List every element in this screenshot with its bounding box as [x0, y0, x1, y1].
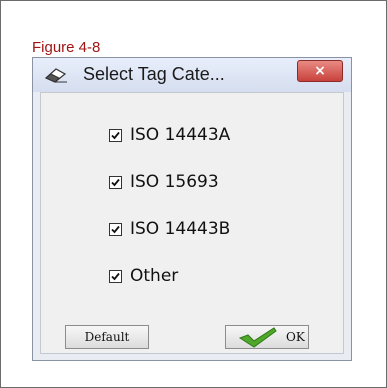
- dialog-title: Select Tag Cate...: [83, 64, 225, 84]
- ok-button[interactable]: OK: [225, 325, 309, 349]
- figure-frame: Figure 4-8 Select Tag Cate... × ISO 1444…: [0, 0, 387, 388]
- option-label: ISO 14443A: [130, 125, 231, 145]
- checkmark-icon: [238, 326, 278, 351]
- dialog-content: ISO 14443A ISO 15693 ISO 14443B Other De…: [40, 92, 344, 354]
- checkbox-iso-14443a[interactable]: [109, 128, 122, 142]
- figure-caption: Figure 4-8: [32, 39, 101, 56]
- checkbox-iso-15693[interactable]: [109, 175, 122, 189]
- checkbox-other[interactable]: [109, 269, 122, 283]
- option-other[interactable]: Other: [109, 264, 178, 288]
- option-label: Other: [130, 266, 179, 286]
- default-button[interactable]: Default: [65, 325, 149, 349]
- option-iso-14443a[interactable]: ISO 14443A: [109, 123, 230, 147]
- option-iso-14443b[interactable]: ISO 14443B: [109, 217, 230, 241]
- title-bar[interactable]: Select Tag Cate... ×: [33, 58, 351, 92]
- option-iso-15693[interactable]: ISO 15693: [109, 170, 219, 194]
- checkbox-iso-14443b[interactable]: [109, 222, 122, 236]
- option-label: ISO 15693: [130, 172, 219, 192]
- ok-label: OK: [286, 330, 305, 344]
- eraser-icon: [43, 66, 69, 84]
- close-button[interactable]: ×: [297, 60, 343, 82]
- option-label: ISO 14443B: [130, 219, 231, 239]
- select-tag-category-dialog: Select Tag Cate... × ISO 14443A ISO 1569…: [32, 57, 352, 361]
